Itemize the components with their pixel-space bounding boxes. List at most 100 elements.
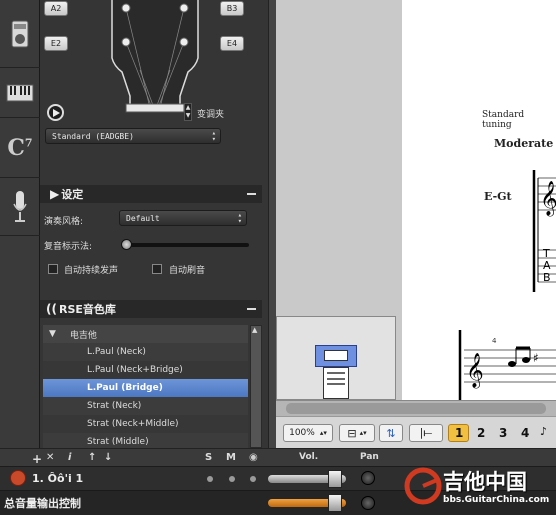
minimap-viewport[interactable] xyxy=(315,345,357,367)
note-icon[interactable]: ♪ xyxy=(540,425,547,438)
scroll-up-icon[interactable]: ▲ xyxy=(252,326,260,336)
rse-library-title: RSE音色库 xyxy=(58,303,116,316)
add-track-button[interactable]: + xyxy=(32,452,42,466)
list-item[interactable]: Strat (Middle) xyxy=(43,433,248,448)
solo-header: S xyxy=(205,452,213,463)
voice-button[interactable]: 2 xyxy=(477,426,485,440)
guitarchina-watermark: 吉他中国 bbs.GuitarChina.com xyxy=(403,464,553,510)
master-output-label: 总音量输出控制 xyxy=(4,497,81,510)
settings-section-header[interactable]: ▶ 设定 xyxy=(40,185,262,203)
move-track-up-button[interactable]: ↑ xyxy=(88,452,96,463)
voice-button[interactable]: 1 xyxy=(455,426,463,440)
mute-header: M xyxy=(226,452,236,463)
tempo-text: Moderate xyxy=(494,137,554,150)
move-track-down-button[interactable]: ↓ xyxy=(104,452,112,463)
list-item[interactable]: L.Paul (Neck) xyxy=(43,343,248,361)
eye-icon: ◉ xyxy=(249,452,258,463)
svg-text:𝄞: 𝄞 xyxy=(466,353,484,389)
headstock-graphic xyxy=(111,0,199,113)
tuning-string-button[interactable]: E2 xyxy=(44,36,68,51)
chord-icon[interactable]: C7 xyxy=(0,118,40,178)
measure-number: 4 xyxy=(492,337,497,345)
list-item[interactable]: L.Paul (Neck+Bridge) xyxy=(43,361,248,379)
score-page: Standard tuning Moderate E-Gt 𝄞 T A B 𝄞 … xyxy=(402,0,556,400)
mute-toggle[interactable] xyxy=(229,476,235,482)
select-arrows-icon: ▴▾ xyxy=(211,129,216,143)
voice-button[interactable]: 3 xyxy=(499,426,507,440)
tuning-string-button[interactable]: E4 xyxy=(220,36,244,51)
notation-slider-handle[interactable] xyxy=(121,239,132,250)
list-item-selected[interactable]: L.Paul (Bridge) xyxy=(43,379,248,397)
remove-track-button[interactable]: ✕ xyxy=(46,452,54,463)
app-window: C7 A2 E2 B3 E4 ▲ ▼ 变调夹 Standard (EADGBE) … xyxy=(0,0,556,515)
list-group-electric-guitar[interactable]: ▼ 电吉他 xyxy=(43,325,248,343)
auto-mute-checkbox[interactable] xyxy=(152,264,162,274)
amp-icon[interactable] xyxy=(0,0,40,68)
zoom-value: 100% xyxy=(289,428,315,438)
visibility-toggle[interactable] xyxy=(250,476,256,482)
score-horizontal-scrollbar[interactable] xyxy=(276,400,556,416)
notation-slider-track[interactable] xyxy=(123,243,249,247)
collapse-icon[interactable] xyxy=(247,308,256,310)
watermark-logo-icon xyxy=(404,467,442,505)
page-minimap[interactable] xyxy=(276,316,396,400)
display-mode-button[interactable]: ⇅ xyxy=(379,424,403,442)
layout-icon: ⊟ xyxy=(347,426,357,440)
microphone-icon[interactable] xyxy=(0,178,40,236)
group-label: 电吉他 xyxy=(69,330,97,341)
collapse-icon[interactable] xyxy=(247,193,256,195)
list-item[interactable]: Strat (Neck) xyxy=(43,397,248,415)
select-arrows-icon: ▴▾ xyxy=(319,429,327,437)
tuning-string-button[interactable]: B3 xyxy=(220,1,244,16)
keyboard-icon[interactable] xyxy=(0,68,40,118)
master-pan-knob[interactable] xyxy=(361,496,375,510)
settings-title: 设定 xyxy=(61,188,84,201)
volume-fader-handle[interactable] xyxy=(328,470,342,488)
play-style-select[interactable]: Default ▴ ▾ xyxy=(119,210,247,226)
score-toolbar: 100% ▴▾ ⊟ ▴▾ ⇅ |⟝ 1 2 3 4 ♪ xyxy=(276,416,556,448)
tab-letter: B xyxy=(543,271,551,284)
watermark-title: 吉他中国 xyxy=(443,470,527,494)
track-name: 1. Ôô'i 1 xyxy=(32,472,84,485)
play-tuning-button[interactable] xyxy=(47,104,64,121)
multitrack-button[interactable]: |⟝ xyxy=(409,424,443,442)
scroll-thumb[interactable] xyxy=(286,403,546,414)
voice-button[interactable]: 4 xyxy=(521,426,529,440)
rse-sound-list: ▼ 电吉他 L.Paul (Neck) L.Paul (Neck+Bridge)… xyxy=(43,325,248,448)
zoom-select[interactable]: 100% ▴▾ xyxy=(283,424,333,442)
page-layout-select[interactable]: ⊟ ▴▾ xyxy=(339,424,375,442)
select-arrows-icon: ▴▾ xyxy=(237,211,242,225)
auto-sustain-checkbox[interactable] xyxy=(48,264,58,274)
list-item[interactable]: Strat (Neck+Middle) xyxy=(43,415,248,433)
arrows-icon: ⇅ xyxy=(386,426,396,440)
track-label: E-Gt xyxy=(484,190,512,203)
library-scrollbar[interactable]: ▲ xyxy=(250,325,262,448)
track-view-icon: |⟝ xyxy=(419,426,433,439)
svg-text:𝄞: 𝄞 xyxy=(540,181,556,217)
master-fader-handle[interactable] xyxy=(328,494,342,512)
auto-mute-label: 自动刷音 xyxy=(169,266,206,276)
instrument-view-strip: C7 xyxy=(0,0,40,448)
notation-mode-label: 复音标示法: xyxy=(44,242,93,252)
select-arrows-icon: ▴▾ xyxy=(359,429,367,437)
tuning-preset-select[interactable]: Standard (EADGBE) ▴ ▾ xyxy=(45,128,221,144)
track-info-button[interactable]: i xyxy=(68,452,71,463)
minimap-page-thumb xyxy=(323,367,349,399)
tuning-text: Standard tuning xyxy=(482,110,525,130)
play-style-value: Default xyxy=(126,213,160,223)
auto-sustain-label: 自动持续发声 xyxy=(64,266,119,276)
svg-text:♯: ♯ xyxy=(533,351,539,365)
collapse-triangle-icon: ▼ xyxy=(49,329,56,339)
pan-knob[interactable] xyxy=(361,471,375,485)
play-style-label: 演奏风格: xyxy=(44,217,84,227)
panel-splitter[interactable] xyxy=(268,0,276,448)
capo-stepper[interactable]: ▲ ▼ xyxy=(184,103,192,121)
tuning-string-button[interactable]: A2 xyxy=(44,1,68,16)
rse-library-header[interactable]: (( RSE音色库 xyxy=(40,300,262,318)
solo-toggle[interactable] xyxy=(207,476,213,482)
rse-logo-icon: (( xyxy=(46,302,57,316)
volume-header: Vol. xyxy=(299,452,319,462)
tuning-preset-value: Standard (EADGBE) xyxy=(52,131,134,141)
pan-header: Pan xyxy=(360,452,379,462)
watermark-url: bbs.GuitarChina.com xyxy=(443,495,550,505)
